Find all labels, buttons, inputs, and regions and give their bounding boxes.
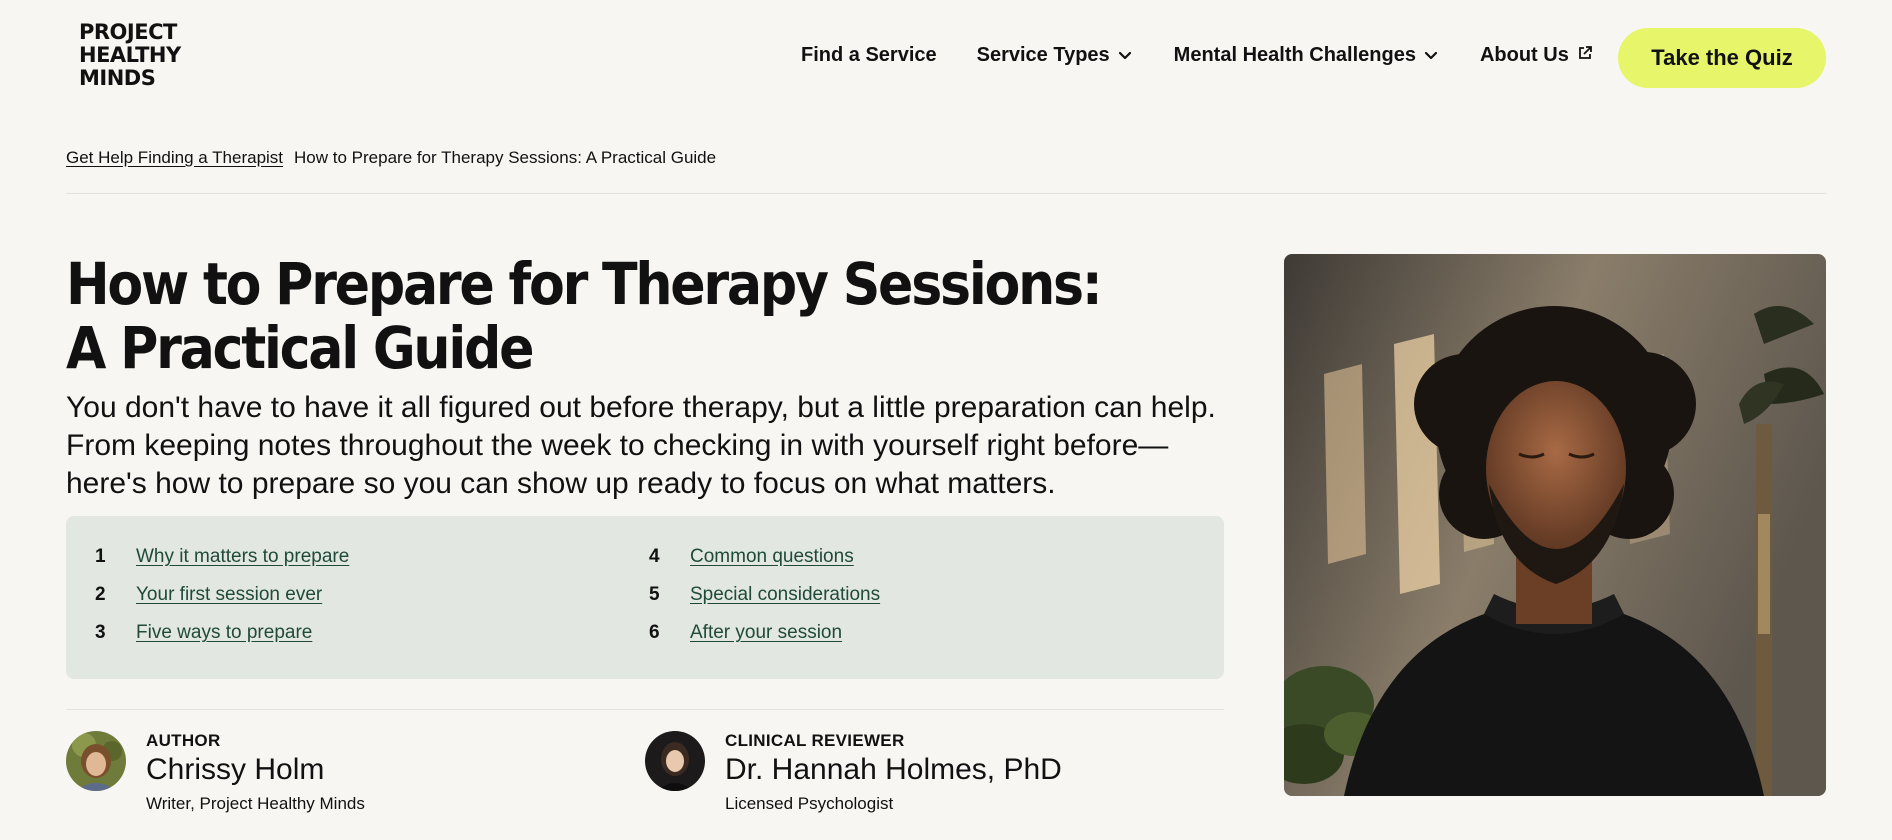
divider [66, 709, 1224, 710]
nav-label: Mental Health Challenges [1173, 44, 1416, 66]
logo-line-1: PROJECT [79, 20, 177, 44]
article-intro: You don't have to have it all figured ou… [66, 391, 1216, 500]
nav-service-types[interactable]: Service Types [977, 44, 1132, 67]
toc-item: 3 Five ways to prepare [95, 622, 312, 644]
author-name[interactable]: Chrissy Holm [146, 753, 324, 787]
toc-item: 2 Your first session ever [95, 584, 322, 606]
reviewer-role: CLINICAL REVIEWER [725, 731, 905, 750]
toc-item: 1 Why it matters to prepare [95, 546, 349, 568]
toc-number: 2 [95, 584, 106, 605]
author-role: AUTHOR [146, 731, 221, 750]
breadcrumb: Get Help Finding a Therapist How to Prep… [66, 148, 716, 168]
toc-link-common-questions[interactable]: Common questions [690, 546, 854, 568]
breadcrumb-parent-link[interactable]: Get Help Finding a Therapist [66, 148, 283, 168]
author-title: Writer, Project Healthy Minds [146, 794, 365, 813]
hero-image [1284, 254, 1826, 796]
nav-about-us[interactable]: About Us [1480, 44, 1593, 67]
toc-item: 5 Special considerations [649, 584, 880, 606]
toc-number: 4 [649, 546, 660, 567]
author-avatar [66, 731, 126, 791]
logo-line-2: HEALTHY [79, 43, 181, 67]
nav-mental-health-challenges[interactable]: Mental Health Challenges [1174, 44, 1438, 67]
reviewer-title: Licensed Psychologist [725, 794, 894, 813]
reviewer-name[interactable]: Dr. Hannah Holmes, PhD [725, 753, 1062, 787]
table-of-contents: 1 Why it matters to prepare 2 Your first… [66, 516, 1224, 679]
breadcrumb-current: How to Prepare for Therapy Sessions: A P… [294, 148, 717, 167]
reviewer-avatar [645, 731, 705, 791]
toc-item: 4 Common questions [649, 546, 854, 568]
chevron-down-icon [1424, 44, 1438, 67]
toc-link-first-session[interactable]: Your first session ever [136, 584, 322, 606]
toc-number: 3 [95, 622, 106, 643]
nav-label: Service Types [976, 44, 1110, 66]
site-logo[interactable]: PROJECT HEALTHY MINDS [79, 21, 181, 90]
nav-label: About Us [1479, 44, 1569, 66]
toc-number: 1 [95, 546, 106, 567]
divider [66, 193, 1826, 194]
external-link-icon [1577, 44, 1593, 67]
toc-number: 5 [649, 584, 660, 605]
toc-link-five-ways[interactable]: Five ways to prepare [136, 622, 312, 644]
take-the-quiz-button[interactable]: Take the Quiz [1618, 28, 1826, 88]
toc-link-why-it-matters[interactable]: Why it matters to prepare [136, 546, 349, 568]
logo-line-3: MINDS [79, 66, 156, 90]
main-nav: Find a Service Service Types Mental Heal… [801, 44, 1593, 67]
nav-find-a-service[interactable]: Find a Service [801, 44, 937, 67]
nav-label: Find a Service [801, 44, 937, 66]
page-title: How to Prepare for Therapy Sessions: A P… [66, 250, 1103, 382]
chevron-down-icon [1118, 44, 1132, 67]
toc-number: 6 [649, 622, 660, 643]
toc-link-after-session[interactable]: After your session [690, 622, 842, 644]
toc-item: 6 After your session [649, 622, 842, 644]
toc-link-special-considerations[interactable]: Special considerations [690, 584, 880, 606]
